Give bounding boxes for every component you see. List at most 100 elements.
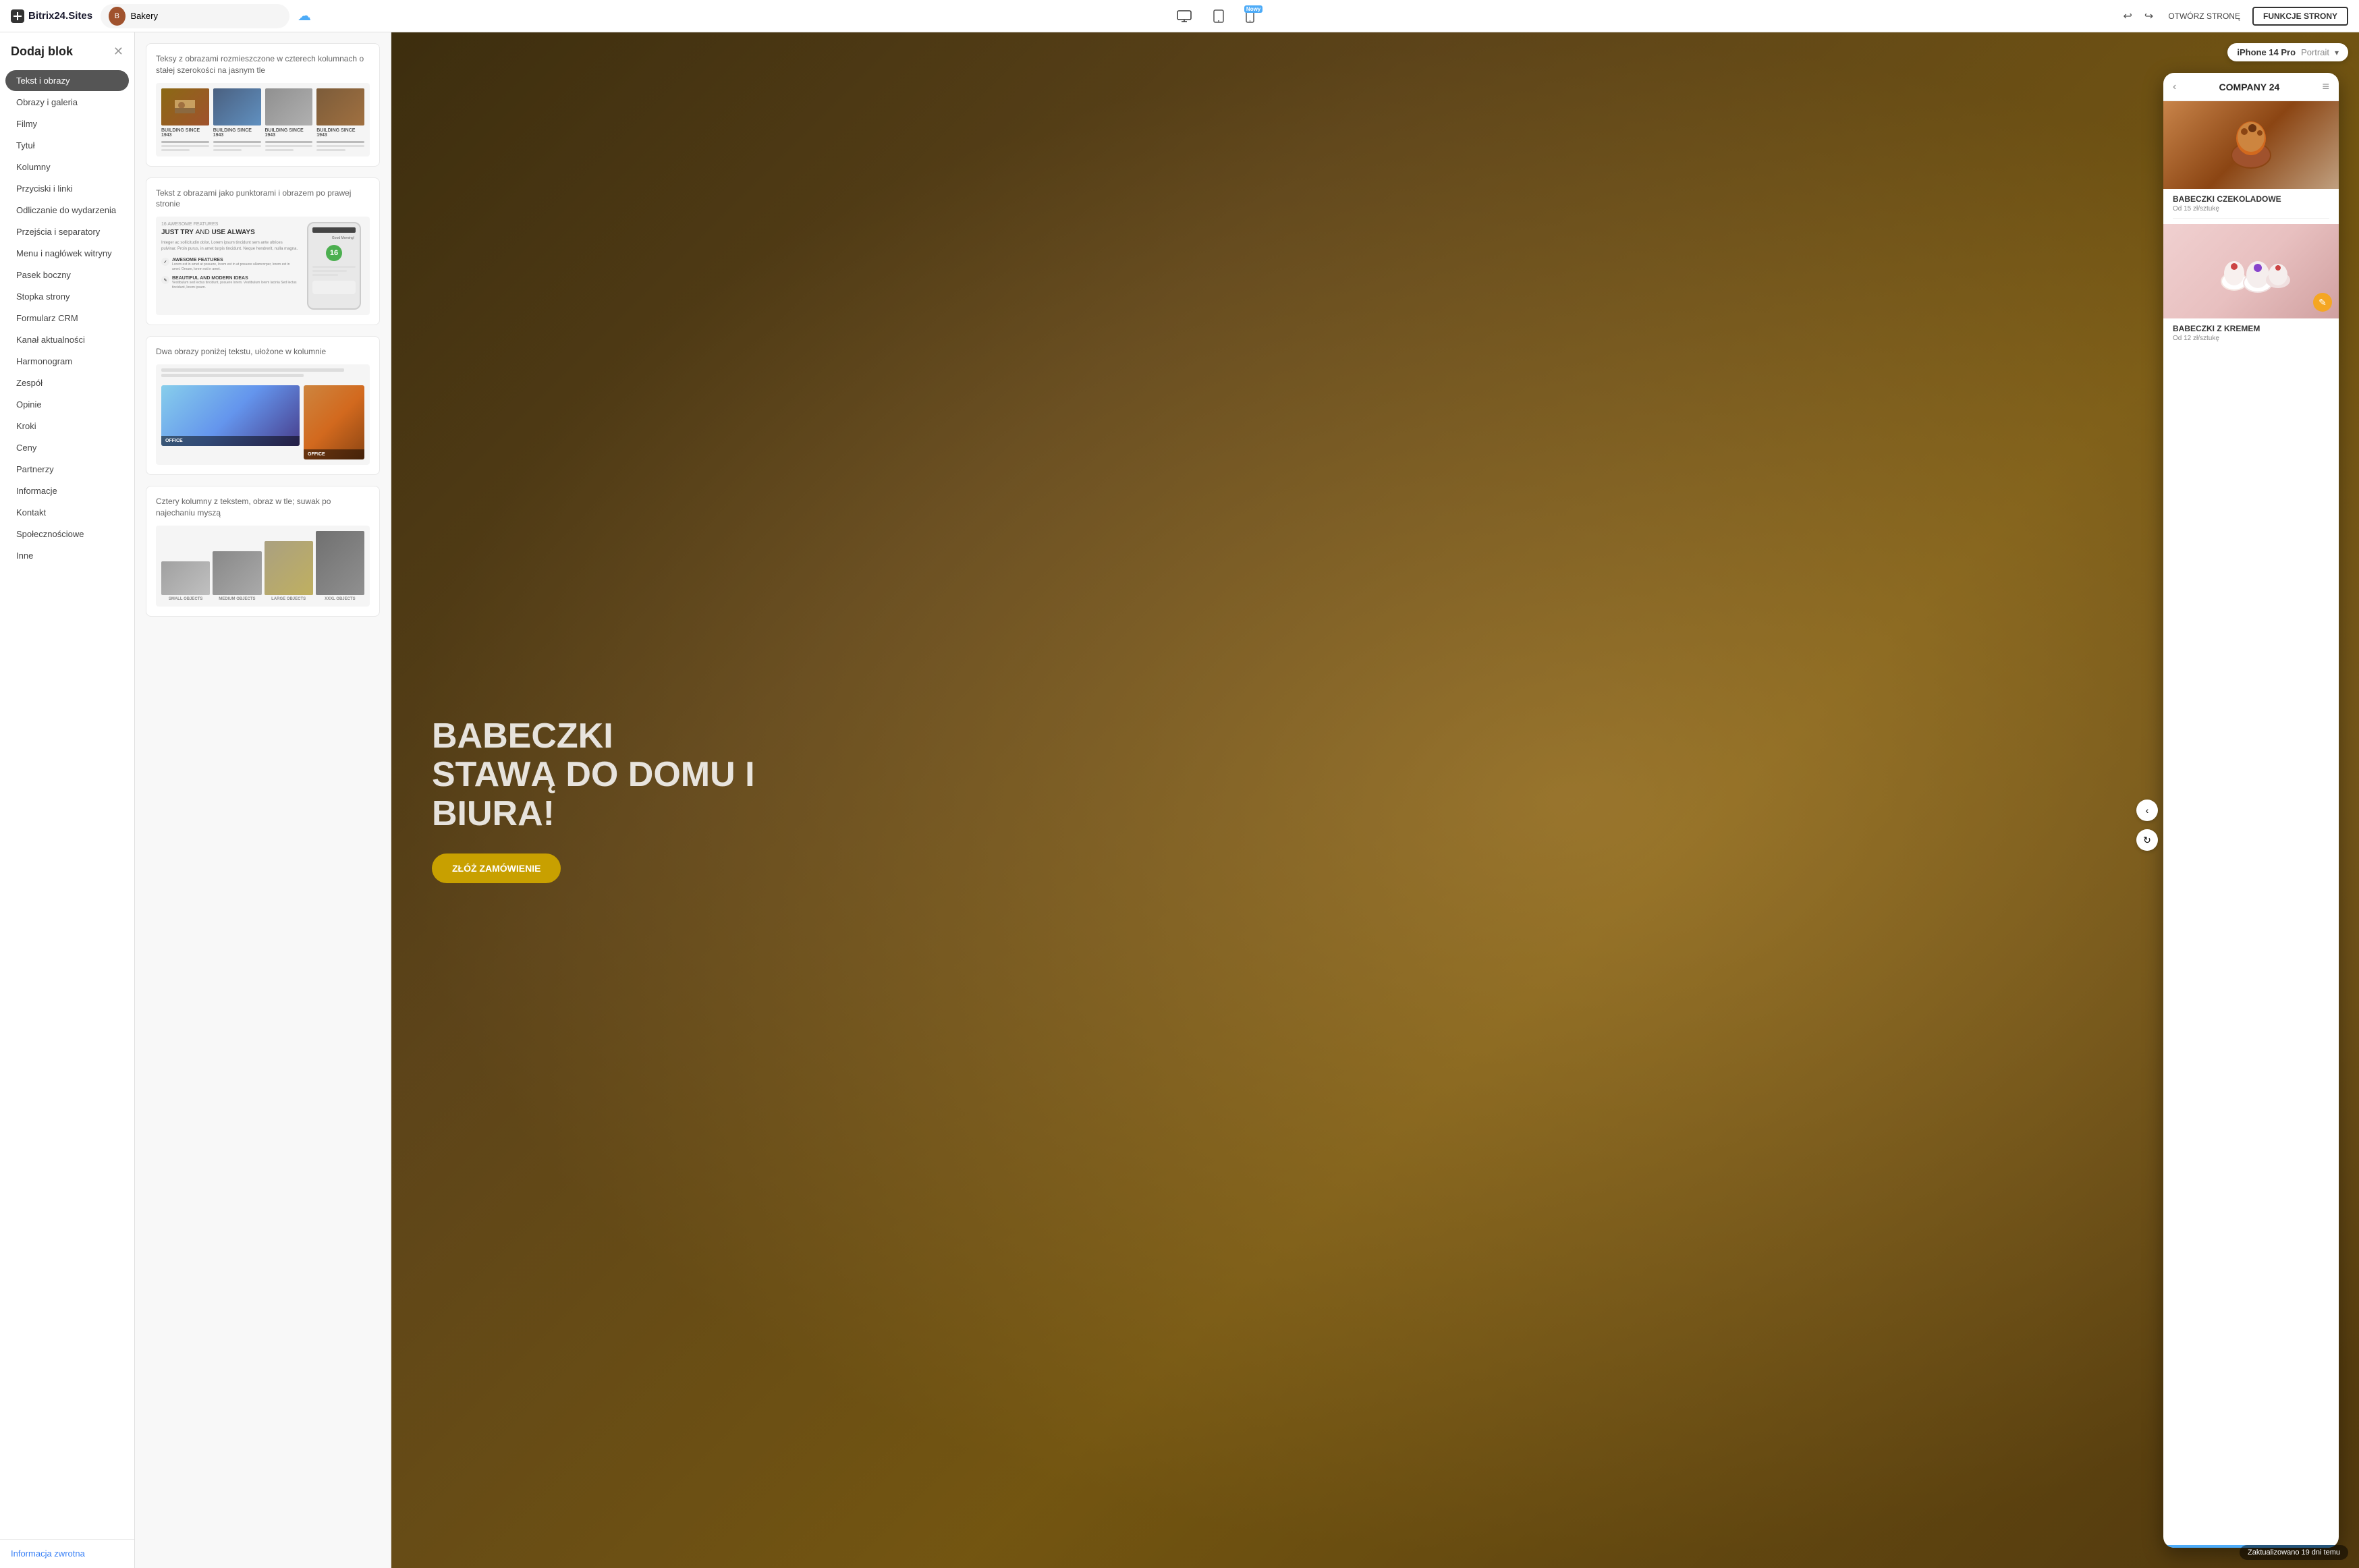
sidebar-item-label: Partnerzy [16,464,54,474]
preview-text-above [156,364,370,380]
sidebar-item-przyciski[interactable]: Przyciski i linki [5,178,129,199]
sidebar-item-label: Przejścia i separatory [16,227,100,237]
preview-line [213,149,242,151]
undo-button[interactable]: ↩ [2121,7,2135,26]
phone-company-name: COMPANY 24 [2219,82,2280,92]
phone-device-selector[interactable]: iPhone 14 Pro Portrait ▾ [2227,43,2348,61]
canvas-cta-button[interactable]: ZŁÓŻ ZAMÓWIENIE [432,853,561,883]
preview-office-label-2: OFFICE [304,449,364,459]
sidebar-item-kolumny[interactable]: Kolumny [5,157,129,177]
sidebar-item-label: Formularz CRM [16,313,78,323]
sidebar-item-obrazy-i-galeria[interactable]: Obrazy i galeria [5,92,129,113]
preview-feature-title: JUST TRY AND USE ALWAYS [161,229,298,236]
functions-button[interactable]: FUNKCJE STRONY [2252,7,2348,26]
preview-col-title-2: BUILDING SINCE 1943 [213,128,261,138]
open-page-button[interactable]: OTWÓRZ STRONĘ [2163,9,2246,24]
phone-frame-container: ‹ ↻ ‹ COMPANY 24 ≡ [2163,73,2339,1548]
sidebar-item-label: Menu i nagłówek witryny [16,248,112,258]
cloud-save-icon: ☁ [298,7,311,24]
preview-obj-col-medium: MEDIUM OBJECTS [213,551,261,601]
block-card-2images[interactable]: Dwa obrazy poniżej tekstu, ułożone w kol… [146,336,380,475]
sidebar-item-menu[interactable]: Menu i nagłówek witryny [5,243,129,264]
sidebar-item-przejscia[interactable]: Przejścia i separatory [5,221,129,242]
sidebar-item-label: Kontakt [16,507,46,517]
sidebar-header: Dodaj blok ✕ [0,32,134,67]
sidebar-item-partnerzy[interactable]: Partnerzy [5,459,129,480]
sidebar-item-opinie[interactable]: Opinie [5,394,129,415]
feedback-link[interactable]: Informacja zwrotna [11,1548,85,1559]
canvas-title-line2: STAWĄ DO DOMU I [432,755,755,794]
sidebar-item-formularz[interactable]: Formularz CRM [5,308,129,329]
search-input[interactable] [131,11,282,21]
device-switcher: Nowy [319,7,2112,26]
sidebar-item-inne[interactable]: Inne [5,545,129,566]
sidebar-item-label: Harmonogram [16,356,72,366]
preview-office-label-1: OFFICE [161,436,300,446]
preview-obj-img-small [161,561,210,595]
block-card-title-features: Tekst z obrazami jako punktorami i obraz… [156,188,370,211]
updated-badge: Zaktualizowano 19 dni temu [2240,1545,2348,1560]
search-bar[interactable]: B [101,4,289,28]
preview-line [265,141,313,143]
main-layout: Dodaj blok ✕ Tekst i obrazy Obrazy i gal… [0,32,2359,1568]
sidebar-item-informacje[interactable]: Informacje [5,480,129,501]
sidebar-item-filmy[interactable]: Filmy [5,113,129,134]
sidebar-footer: Informacja zwrotna [0,1539,134,1568]
sidebar-title: Dodaj blok [11,45,73,59]
sidebar-panel: Dodaj blok ✕ Tekst i obrazy Obrazy i gal… [0,32,135,1568]
preview-feature-name-2: BEAUTIFUL AND MODERN IDEAS [172,276,298,281]
product-fab-icon[interactable]: ✎ [2313,293,2332,312]
logo: Bitrix24.Sites [11,9,92,23]
product-price-2: Od 12 zł/sztukę [2173,335,2329,342]
product-card-1: BABECZKI CZEKOLADOWE Od 15 zł/sztukę [2163,101,2339,219]
tablet-device-btn[interactable] [1208,7,1229,26]
preview-line [161,145,209,147]
block-card-features[interactable]: Tekst z obrazami jako punktorami i obraz… [146,177,380,326]
redo-button[interactable]: ↪ [2142,7,2156,26]
phone-prev-button[interactable]: ‹ [2136,800,2158,821]
block-card-objects[interactable]: Cztery kolumny z tekstem, obraz w tle; s… [146,486,380,617]
avatar: B [109,7,125,26]
product-price-1: Od 15 zł/sztukę [2173,205,2329,213]
blocks-panel: Teksy z obrazami rozmieszczone w czterec… [135,32,391,1568]
block-card-title-2images: Dwa obrazy poniżej tekstu, ułożone w kol… [156,346,370,358]
preview-col-title-1: BUILDING SINCE 1943 [161,128,209,138]
sidebar-item-harmonogram[interactable]: Harmonogram [5,351,129,372]
phone-device-orientation: Portrait [2301,47,2329,57]
bottom-status-bar: Zaktualizowano 19 dni temu [391,1545,2359,1560]
sidebar-item-spolecznosciowe[interactable]: Społecznościowe [5,524,129,544]
sidebar-item-odliczanie[interactable]: Odliczanie do wydarzenia [5,200,129,221]
preview-feature-item-1: ✓ AWESOME FEATURES Lorem est in amet at … [161,258,298,272]
preview-img-2 [213,88,261,125]
block-card-4col[interactable]: Teksy z obrazami rozmieszczone w czterec… [146,43,380,167]
block-preview-2images: OFFICE OFFICE [156,364,370,465]
sidebar-item-kroki[interactable]: Kroki [5,416,129,437]
sidebar-item-kanal[interactable]: Kanał aktualności [5,329,129,350]
canvas-content: BABECZKI STAWĄ DO DOMU I BIURA! ZŁÓŻ ZAM… [391,32,2359,1568]
desktop-device-btn[interactable] [1171,7,1197,25]
sidebar-item-kontakt[interactable]: Kontakt [5,502,129,523]
sidebar-item-tytul[interactable]: Tytuł [5,135,129,156]
sidebar-item-tekst-i-obrazy[interactable]: Tekst i obrazy [5,70,129,91]
sidebar-item-zespol[interactable]: Zespół [5,372,129,393]
sidebar-item-label: Tekst i obrazy [16,76,70,86]
topbar-right: ↩ ↪ OTWÓRZ STRONĘ FUNKCJE STRONY [2121,7,2349,26]
canvas-title-line1: BABECZKI [432,717,613,756]
mobile-device-btn[interactable]: Nowy [1240,7,1260,26]
preview-feature-subtitle: 16 AWESOME FEATURES [161,222,298,227]
canvas-area: BABECZKI STAWĄ DO DOMU I BIURA! ZŁÓŻ ZAM… [391,32,2359,1568]
phone-body: BABECZKI CZEKOLADOWE Od 15 zł/sztukę [2163,101,2339,1545]
preview-line [316,149,345,151]
preview-obj-img-large [265,541,313,595]
preview-phone-right: Good Morning! 16 [304,222,364,310]
phone-back-icon: ‹ [2173,81,2176,93]
sidebar-item-ceny[interactable]: Ceny [5,437,129,458]
phone-refresh-button[interactable]: ↻ [2136,829,2158,851]
sidebar-close-button[interactable]: ✕ [113,45,123,59]
sidebar-item-pasek[interactable]: Pasek boczny [5,264,129,285]
block-preview-objects: SMALL OBJECTS MEDIUM OBJECTS LARGE OBJEC… [156,526,370,607]
preview-line [316,141,364,143]
sidebar-item-stopka[interactable]: Stopka strony [5,286,129,307]
preview-obj-label-medium: MEDIUM OBJECTS [219,597,255,601]
sidebar-item-label: Inne [16,551,33,561]
